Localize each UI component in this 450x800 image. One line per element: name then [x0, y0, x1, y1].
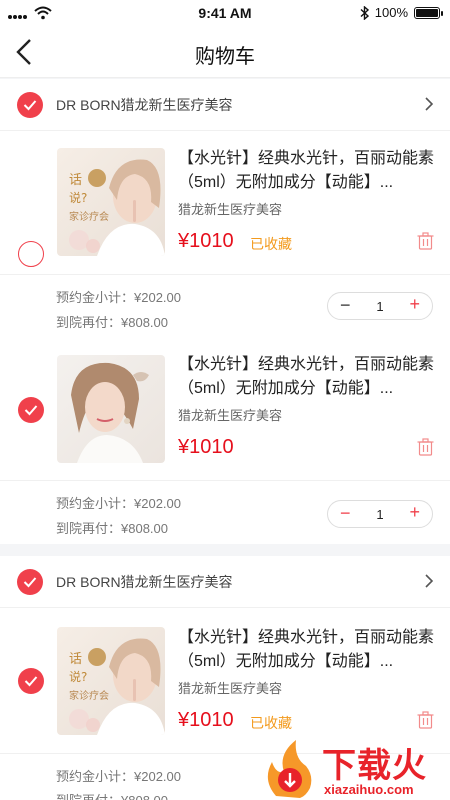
- product-photo: 话 说? 家诊疗会: [57, 627, 165, 735]
- hospital-name: 猎龙新生医疗美容: [178, 202, 283, 217]
- hospital-name: 猎龙新生医疗美容: [178, 681, 283, 696]
- chevron-right-icon[interactable]: [424, 96, 434, 112]
- quantity-stepper: − 1 +: [327, 292, 433, 320]
- product-image[interactable]: [57, 355, 165, 463]
- product-photo: [57, 355, 165, 463]
- shop-name[interactable]: DR BORN猎龙新生医疗美容: [56, 572, 233, 592]
- chevron-right-icon[interactable]: [424, 573, 434, 589]
- battery-percent: 100%: [374, 5, 408, 20]
- shop-select-checkbox[interactable]: [17, 569, 43, 595]
- product-price: ¥1010: [178, 436, 234, 458]
- increment-button[interactable]: +: [409, 502, 420, 523]
- bluetooth-icon: [360, 5, 369, 20]
- product-price: ¥1010: [178, 230, 234, 252]
- trash-icon[interactable]: [417, 232, 434, 250]
- check-icon: [23, 577, 37, 588]
- product-photo: 话 说? 家诊疗会: [57, 148, 165, 256]
- shop-card: DR BORN猎龙新生医疗美容 话 说? 家诊疗会 【水光针】经典水光针，百丽动…: [0, 79, 450, 544]
- item-select-checkbox[interactable]: [18, 241, 44, 267]
- hospital-name: 猎龙新生医疗美容: [178, 408, 283, 423]
- check-icon: [24, 676, 38, 687]
- cart-item: 话 说? 家诊疗会 【水光针】经典水光针，百丽动能素（5ml）无附加成分【动能】…: [0, 131, 450, 339]
- item-select-checkbox[interactable]: [18, 668, 44, 694]
- watermark-brand: 下载火: [322, 747, 427, 785]
- trash-icon[interactable]: [417, 711, 434, 729]
- item-select-checkbox[interactable]: [18, 397, 44, 423]
- svg-text:家诊疗会: 家诊疗会: [69, 689, 109, 702]
- deposit-subtotal: 预约金小计：¥202.00: [56, 290, 181, 305]
- divider: [0, 480, 450, 481]
- balance-on-arrival: 到院再付：¥808.00: [56, 315, 168, 330]
- divider: [0, 274, 450, 275]
- shop-select-checkbox[interactable]: [17, 92, 43, 118]
- product-image[interactable]: 话 说? 家诊疗会: [57, 627, 165, 735]
- quantity-stepper: − 1 +: [327, 500, 433, 528]
- favorited-label: 已收藏: [250, 236, 292, 252]
- deposit-subtotal: 预约金小计：¥202.00: [56, 769, 181, 784]
- svg-text:话: 话: [69, 652, 82, 667]
- check-icon: [23, 100, 37, 111]
- page-title: 购物车: [195, 46, 255, 68]
- product-title[interactable]: 【水光针】经典水光针，百丽动能素（5ml）无附加成分【动能】...: [178, 626, 436, 674]
- status-right: 100%: [360, 5, 443, 20]
- product-title[interactable]: 【水光针】经典水光针，百丽动能素（5ml）无附加成分【动能】...: [178, 147, 436, 195]
- deposit-subtotal: 预约金小计：¥202.00: [56, 496, 181, 511]
- balance-on-arrival: 到院再付：¥808.00: [56, 790, 168, 800]
- svg-text:说?: 说?: [69, 190, 87, 205]
- shop-header: DR BORN猎龙新生医疗美容: [0, 556, 450, 608]
- product-image[interactable]: 话 说? 家诊疗会: [57, 148, 165, 256]
- svg-text:说?: 说?: [69, 669, 87, 684]
- trash-icon[interactable]: [417, 438, 434, 456]
- product-title[interactable]: 【水光针】经典水光针，百丽动能素（5ml）无附加成分【动能】...: [178, 353, 436, 401]
- product-price: ¥1010: [178, 709, 234, 731]
- nav-bar: 购物车: [0, 28, 450, 78]
- balance-on-arrival: 到院再付：¥808.00: [56, 521, 168, 536]
- battery-icon: [414, 6, 443, 19]
- check-icon: [24, 405, 38, 416]
- increment-button[interactable]: +: [409, 294, 420, 315]
- svg-text:家诊疗会: 家诊疗会: [69, 210, 109, 223]
- status-bar: 9:41 AM 100%: [0, 0, 450, 28]
- shop-name[interactable]: DR BORN猎龙新生医疗美容: [56, 95, 233, 115]
- svg-text:话: 话: [69, 173, 82, 188]
- watermark: 下载火 xiazaihuo.com: [260, 736, 450, 800]
- shop-header: DR BORN猎龙新生医疗美容: [0, 79, 450, 131]
- favorited-label: 已收藏: [250, 715, 292, 731]
- watermark-url: xiazaihuo.com: [324, 782, 414, 797]
- cart-item: 【水光针】经典水光针，百丽动能素（5ml）无附加成分【动能】... 猎龙新生医疗…: [0, 337, 450, 544]
